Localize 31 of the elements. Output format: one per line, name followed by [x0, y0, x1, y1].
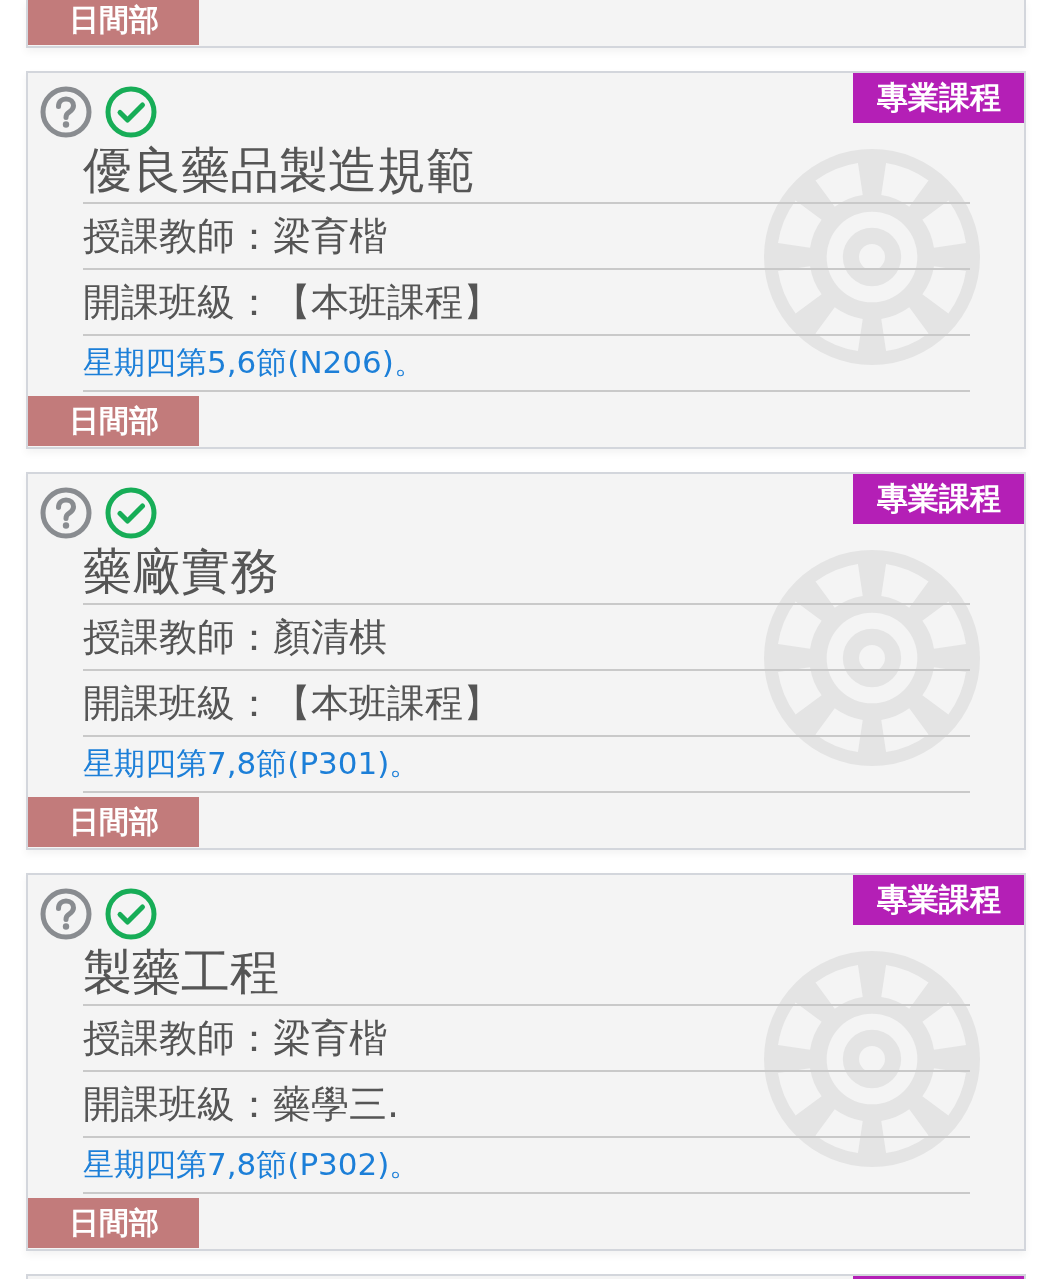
- teacher-text: 授課教師：梁育楷: [83, 204, 970, 270]
- teacher-text: 授課教師：顏清棋: [83, 605, 970, 671]
- course-card[interactable]: 專業課程 製藥工程 授課教師：梁育楷 開課班級：藥學三. 星期四第7,8節(P302)。 日間部: [26, 873, 1026, 1251]
- class-text: 開課班級：【本班課程】: [83, 270, 970, 336]
- help-icon[interactable]: [40, 888, 92, 940]
- check-circle-icon: [105, 487, 157, 539]
- division-tag: 日間部: [28, 396, 199, 446]
- wheel-icon: [764, 149, 980, 365]
- course-title: 製藥工程: [83, 942, 970, 1006]
- course-title: 優良藥品製造規範: [83, 140, 970, 204]
- wheel-icon: [764, 951, 980, 1167]
- category-tag: 專業課程: [853, 875, 1024, 925]
- course-title: 藥廠實務: [83, 541, 970, 605]
- class-text: 開課班級：藥學三.: [83, 1072, 970, 1138]
- course-card[interactable]: 專業課程 藥廠實務 授課教師：顏清棋 開課班級：【本班課程】 星期四第7,8節(P301)。 日間部: [26, 472, 1026, 850]
- help-icon[interactable]: [40, 487, 92, 539]
- division-tag: 日間部: [28, 797, 199, 847]
- check-circle-icon: [105, 888, 157, 940]
- division-tag: 日間部: [28, 1198, 199, 1248]
- division-tag: 日間部: [28, 0, 199, 45]
- schedule-text: 星期四第5,6節(N206)。: [83, 336, 970, 392]
- category-tag: 專業課程: [853, 474, 1024, 524]
- help-icon[interactable]: [40, 86, 92, 138]
- class-text: 開課班級：【本班課程】: [83, 671, 970, 737]
- category-tag: 專業課程: [853, 73, 1024, 123]
- wheel-icon: [764, 550, 980, 766]
- course-card[interactable]: 專業課程 優良藥品製造規範 授課教師：梁育楷 開課班級：【本班課程】 星期四第5,6節(N206)。 日間部: [26, 71, 1026, 449]
- schedule-text: 星期四第7,8節(P301)。: [83, 737, 970, 793]
- check-circle-icon: [105, 86, 157, 138]
- teacher-text: 授課教師：梁育楷: [83, 1006, 970, 1072]
- schedule-text: 星期四第7,8節(P302)。: [83, 1138, 970, 1194]
